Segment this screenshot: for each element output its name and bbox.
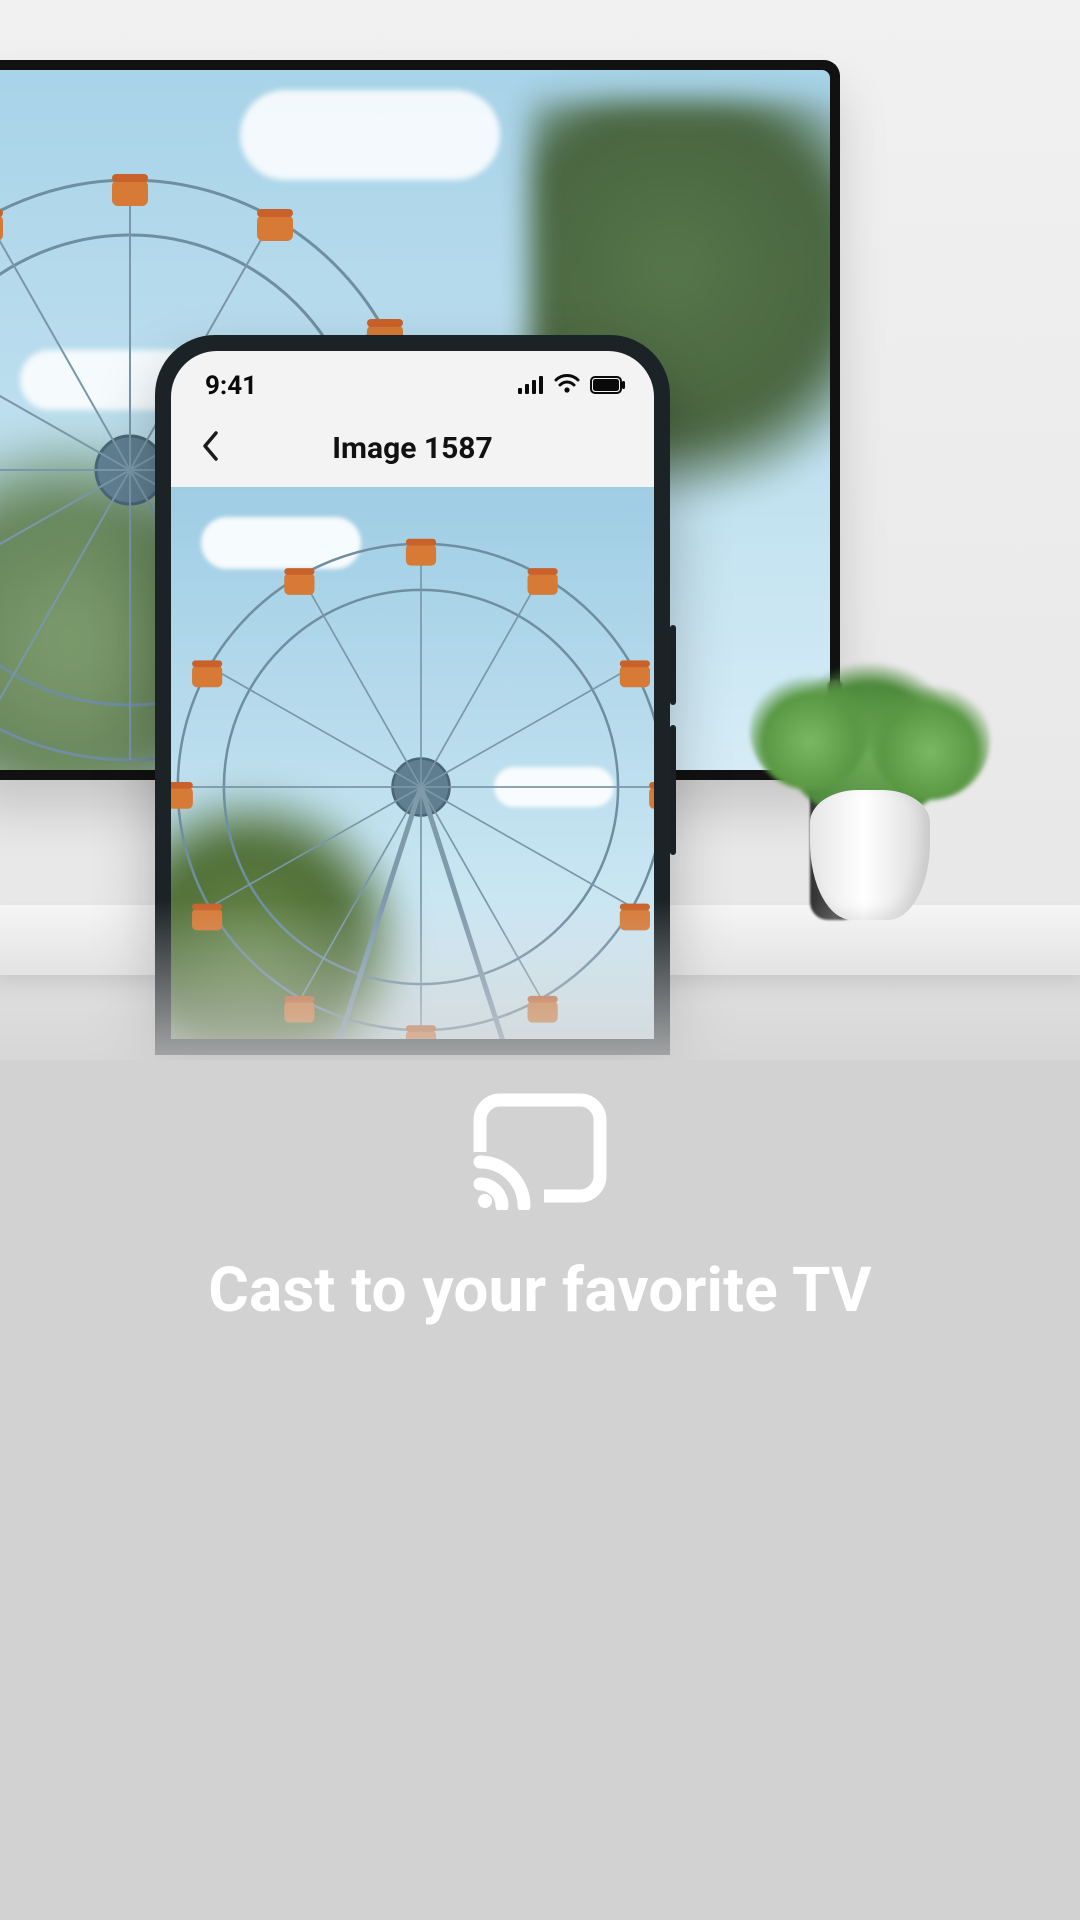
phone-frame: 9:41 xyxy=(155,335,670,1055)
promo-headline: Cast to your favorite TV xyxy=(208,1254,872,1327)
wifi-icon xyxy=(554,371,580,401)
cast-icon xyxy=(470,1090,610,1214)
status-time: 9:41 xyxy=(205,371,257,401)
app-bar: Image 1587 xyxy=(171,409,654,487)
chevron-left-icon xyxy=(201,430,221,466)
phone-screen: 9:41 xyxy=(171,351,654,1039)
cellular-icon xyxy=(518,371,544,401)
page-title: Image 1587 xyxy=(332,431,492,466)
promo-scene: 9:41 xyxy=(0,0,1080,1920)
plant-decor xyxy=(790,640,1020,920)
promo-panel: Cast to your favorite TV xyxy=(0,1060,1080,1920)
battery-icon xyxy=(590,371,626,401)
back-button[interactable] xyxy=(189,426,233,470)
status-bar: 9:41 xyxy=(171,351,654,409)
photo-viewport[interactable] xyxy=(171,487,654,1039)
